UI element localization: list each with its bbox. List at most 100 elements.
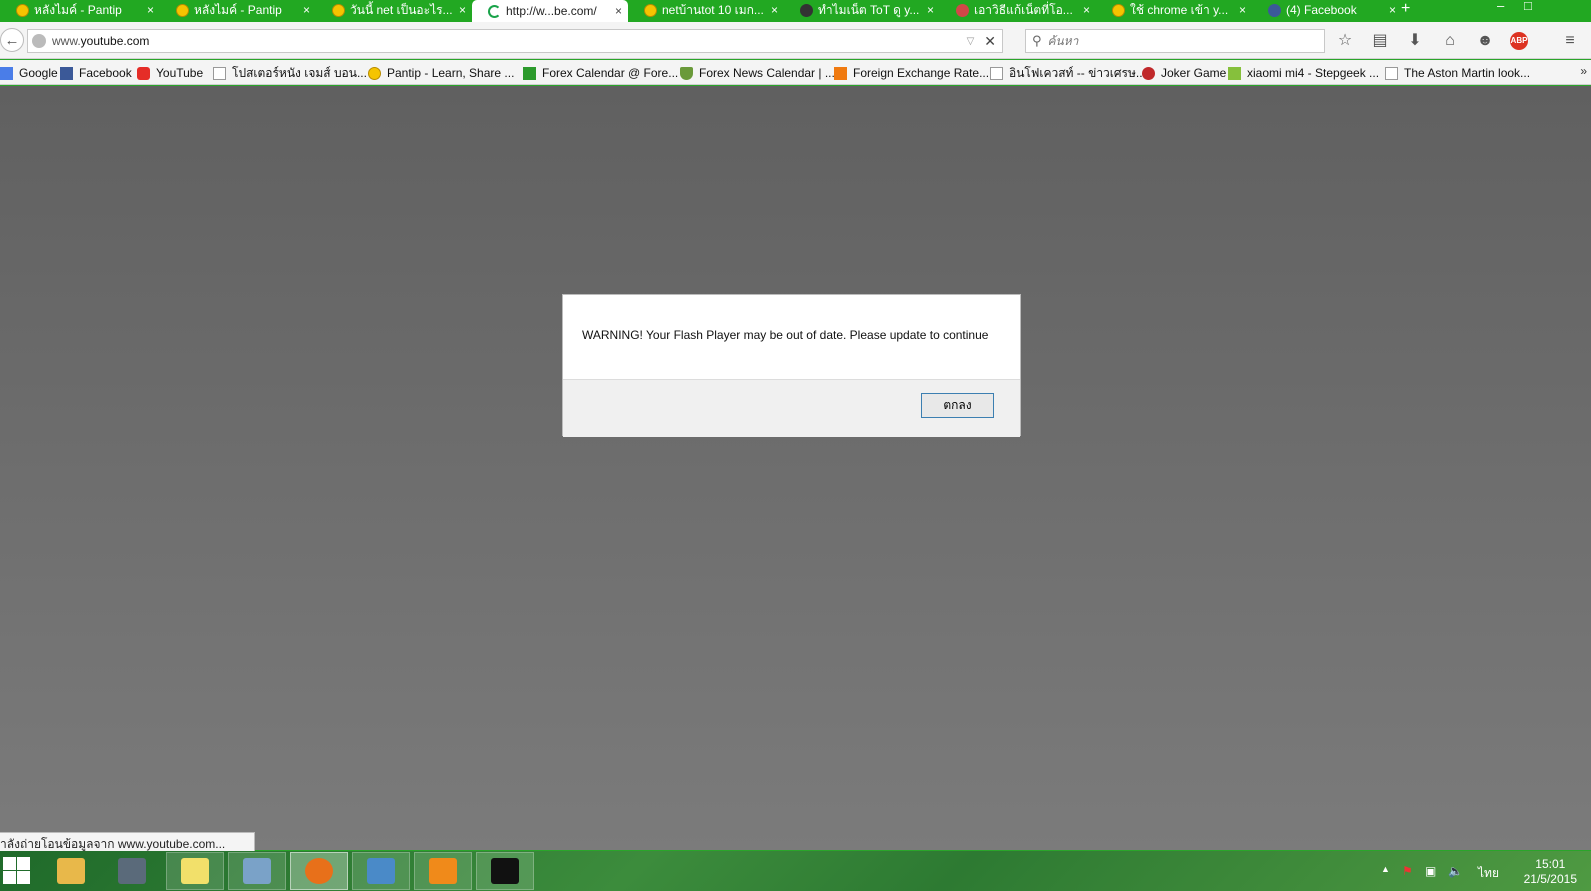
close-icon[interactable]: × — [1083, 3, 1090, 17]
tab-tot-youtube[interactable]: ทำไมเน็ต ToT ดู y... × — [784, 0, 940, 20]
bookmark-aston-martin[interactable]: The Aston Martin look... — [1385, 64, 1530, 82]
windows-start-icon[interactable] — [2, 856, 32, 886]
stop-icon[interactable]: ✕ — [984, 33, 996, 50]
tab-label: วันนี้ net เป็นอะไร... — [350, 2, 453, 17]
network-icon[interactable]: ▣ — [1425, 864, 1436, 878]
bookmark-label: โปสเตอร์หนัง เจมส์ บอน... — [232, 65, 367, 80]
tab-youtube-active[interactable]: http://w...be.com/ × — [472, 0, 628, 22]
search-icon: ⚲ — [1032, 33, 1042, 48]
tab-label: netบ้านtot 10 เมก... — [662, 2, 764, 17]
facebook-icon — [60, 66, 73, 80]
bookmark-label: Facebook — [79, 66, 132, 80]
taskbar-firefox[interactable] — [290, 852, 348, 890]
taskbar-sticky-notes[interactable] — [166, 852, 224, 890]
tab-strip: หลังไมค์ - Pantip × หลังไมค์ - Pantip × … — [0, 0, 1591, 22]
bookmark-label: YouTube — [156, 66, 204, 80]
close-icon[interactable]: × — [927, 3, 934, 17]
taskbar-file-explorer[interactable] — [42, 852, 100, 890]
bookmark-pantip[interactable]: Pantip - Learn, Share ... — [368, 64, 514, 82]
close-icon[interactable]: × — [1389, 3, 1396, 17]
back-button[interactable]: ← — [0, 28, 24, 52]
close-icon[interactable]: × — [147, 3, 154, 17]
close-icon[interactable]: × — [303, 3, 310, 17]
url-text[interactable]: www.youtube.com — [52, 34, 967, 48]
close-icon[interactable]: × — [615, 4, 622, 18]
bookmark-star-icon[interactable]: ☆ — [1334, 31, 1356, 51]
facebook-icon — [1268, 3, 1281, 17]
close-icon[interactable]: × — [771, 3, 778, 17]
tab-label: (4) Facebook — [1286, 3, 1357, 17]
adblock-plus-icon[interactable]: ABP — [1510, 32, 1528, 50]
taskbar-media-player[interactable] — [414, 852, 472, 890]
joker-icon — [1142, 66, 1155, 80]
computer-icon — [118, 858, 146, 884]
firefox-icon — [305, 858, 333, 884]
tab-label: ทำไมเน็ต ToT ดู y... — [818, 2, 920, 17]
alert-dialog: WARNING! Your Flash Player may be out of… — [562, 294, 1021, 437]
bookmark-label: Foreign Exchange Rate... — [853, 66, 990, 80]
loading-icon — [488, 4, 501, 18]
search-input[interactable] — [1047, 34, 1298, 48]
bookmark-foreign-exchange[interactable]: Foreign Exchange Rate... — [834, 64, 989, 82]
bookmark-forex-calendar[interactable]: Forex Calendar @ Fore... — [523, 64, 678, 82]
diamond-icon — [797, 0, 816, 20]
shield-icon — [680, 66, 693, 80]
bookmarks-overflow-icon[interactable]: » — [1580, 64, 1587, 78]
bookmark-google[interactable]: Google — [0, 64, 58, 82]
clock[interactable]: 15:01 21/5/2015 — [1524, 857, 1577, 887]
system-tray: ▲ ⚑ ▣ 🔈 ไทย 15:01 21/5/2015 — [1361, 851, 1591, 891]
bookmark-xiaomi[interactable]: xiaomi mi4 - Stepgeek ... — [1228, 64, 1379, 82]
bookmark-label: Forex News Calendar | ... — [699, 66, 835, 80]
bookmark-youtube[interactable]: YouTube — [137, 64, 203, 82]
media-player-icon — [429, 858, 457, 884]
smiley-icon — [16, 3, 29, 17]
image-icon — [956, 3, 969, 17]
dialog-message: WARNING! Your Flash Player may be out of… — [582, 328, 989, 342]
taskbar-remote-desktop[interactable] — [352, 852, 410, 890]
taskbar-user-manager[interactable] — [228, 852, 286, 890]
tab-net-tot[interactable]: netบ้านtot 10 เมก... × — [628, 0, 784, 20]
blogger-icon — [834, 66, 847, 80]
minimize-button[interactable]: – — [1497, 0, 1504, 12]
tab-chrome-youtube[interactable]: ใช้ chrome เข้า y... × — [1096, 0, 1252, 20]
language-indicator[interactable]: ไทย — [1478, 864, 1499, 883]
bookmarks-menu-icon[interactable]: ▤ — [1369, 31, 1391, 51]
bookmark-label: The Aston Martin look... — [1404, 66, 1531, 80]
folder-icon — [57, 858, 85, 884]
tab-pantip-2[interactable]: หลังไมค์ - Pantip × — [160, 0, 316, 20]
tab-facebook[interactable]: (4) Facebook × — [1252, 0, 1402, 20]
close-icon[interactable]: × — [1239, 3, 1246, 17]
url-domain: youtube.com — [80, 34, 150, 48]
bookmark-james-bond-poster[interactable]: โปสเตอร์หนัง เจมส์ บอน... — [213, 64, 367, 82]
url-history-dropdown-icon[interactable]: ▽ — [967, 36, 975, 47]
bookmark-facebook[interactable]: Facebook — [60, 64, 132, 82]
downloads-icon[interactable]: ⬇ — [1404, 31, 1426, 51]
terminal-icon — [491, 858, 519, 884]
maximize-button[interactable]: □ — [1524, 0, 1532, 12]
new-tab-button[interactable]: + — [1401, 0, 1410, 18]
volume-icon[interactable]: 🔈 — [1448, 864, 1463, 878]
search-bar[interactable]: ⚲ — [1025, 29, 1325, 53]
navigation-toolbar: ← www.youtube.com ▽ ✕ ⚲ ☆ ▤ ⬇ ⌂ ☻ ABP ≡ — [0, 22, 1591, 59]
tab-pantip-1[interactable]: หลังไมค์ - Pantip × — [0, 0, 160, 20]
ok-button[interactable]: ตกลง — [921, 393, 994, 418]
taskbar-command-prompt[interactable] — [476, 852, 534, 890]
bookmark-infoquest[interactable]: อินโฟเควสท์ -- ข่าวเศรษ... — [990, 64, 1146, 82]
bookmark-joker-game[interactable]: Joker Game — [1142, 64, 1226, 82]
bookmark-forex-news[interactable]: Forex News Calendar | ... — [680, 64, 835, 82]
smiley-icon — [644, 3, 657, 17]
show-hidden-icons-icon[interactable]: ▲ — [1381, 864, 1390, 874]
taskbar-computer[interactable] — [103, 852, 161, 890]
status-bar: ำลังถ่ายโอนข้อมูลจาก www.youtube.com... — [0, 832, 255, 852]
action-center-icon[interactable]: ⚑ — [1402, 864, 1413, 878]
close-icon[interactable]: × — [459, 3, 466, 17]
hamburger-menu-icon[interactable]: ≡ — [1559, 31, 1581, 51]
home-icon[interactable]: ⌂ — [1439, 31, 1461, 51]
tab-fix-net[interactable]: เอาวิธีแก้เน็ตที่โอ... × — [940, 0, 1096, 20]
chat-icon[interactable]: ☻ — [1474, 31, 1496, 51]
tab-label: ใช้ chrome เข้า y... — [1130, 2, 1229, 17]
url-bar[interactable]: www.youtube.com ▽ ✕ — [27, 29, 1003, 53]
globe-icon — [32, 34, 46, 48]
page-content: WARNING! Your Flash Player may be out of… — [0, 86, 1591, 850]
tab-pantip-3[interactable]: วันนี้ net เป็นอะไร... × — [316, 0, 472, 20]
